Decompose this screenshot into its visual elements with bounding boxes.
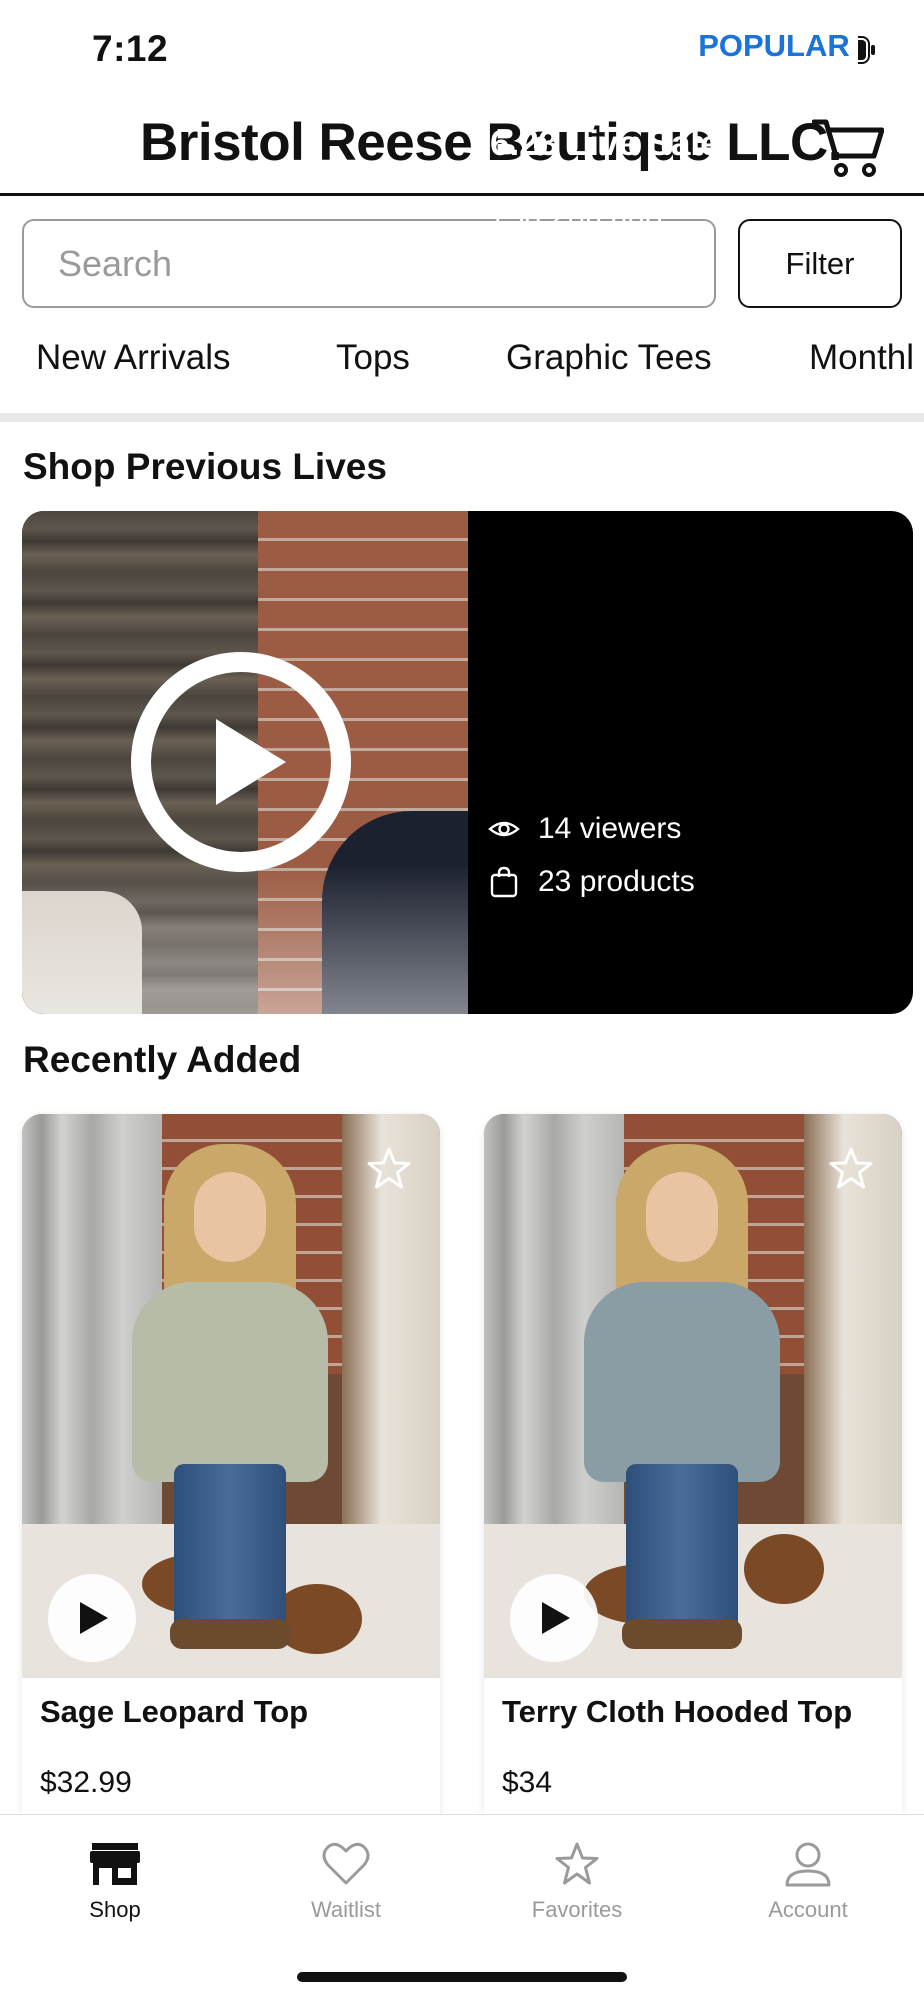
product-photo[interactable]	[22, 1114, 440, 1678]
eye-icon	[488, 821, 520, 837]
product-card[interactable]: Sage Leopard Top $32.99	[22, 1114, 440, 1814]
product-card[interactable]: Terry Cloth Hooded Top $34	[484, 1114, 902, 1814]
model-face	[194, 1172, 266, 1262]
cart-icon[interactable]	[812, 116, 884, 180]
tab-favorites-label: Favorites	[531, 1897, 623, 1922]
tab-favorites[interactable]: Favorites	[497, 1841, 657, 1941]
product-name: Terry Cloth Hooded Top	[502, 1694, 853, 1729]
store-title: Bristol Reese Boutique LLC.	[139, 113, 843, 172]
model-top	[584, 1282, 780, 1482]
popular-badge: POPULAR	[690, 22, 858, 70]
category-new-arrivals[interactable]: New Arrivals	[36, 338, 230, 378]
play-icon	[80, 1602, 108, 1634]
tab-account[interactable]: Account	[728, 1841, 888, 1941]
account-icon	[785, 1842, 831, 1887]
shop-icon	[90, 1843, 140, 1885]
play-icon	[542, 1602, 570, 1634]
category-graphic-tees[interactable]: Graphic Tees	[506, 338, 712, 378]
previous-live-card[interactable]	[22, 511, 913, 1014]
category-tops[interactable]: Tops	[336, 338, 410, 378]
model-face	[646, 1172, 718, 1262]
model-jeans	[626, 1464, 738, 1634]
model-sandals	[622, 1619, 742, 1649]
home-indicator	[297, 1972, 627, 1982]
product-photo[interactable]	[484, 1114, 902, 1678]
product-price: $32.99	[40, 1766, 132, 1799]
product-name: Sage Leopard Top	[40, 1694, 309, 1729]
live-title: 6.23 Live Sale	[490, 124, 720, 163]
tab-shop[interactable]: Shop	[35, 1841, 195, 1941]
tab-waitlist-label: Waitlist	[310, 1897, 382, 1922]
previous-lives-title: Shop Previous Lives	[23, 446, 387, 487]
live-time-ago: 75d 20h ago	[490, 198, 663, 233]
section-divider	[0, 413, 924, 422]
bag-icon	[490, 866, 518, 898]
heart-icon	[322, 1842, 370, 1885]
live-products: 23 products	[538, 865, 695, 898]
live-viewers: 14 viewers	[538, 812, 682, 845]
filter-button[interactable]: Filter	[738, 219, 902, 308]
category-monthly[interactable]: Monthl	[809, 338, 914, 378]
play-video-button[interactable]	[510, 1574, 598, 1662]
live-thumbnail[interactable]	[22, 511, 468, 1014]
model-jeans	[174, 1464, 286, 1634]
product-price: $34	[502, 1766, 553, 1799]
tab-waitlist[interactable]: Waitlist	[266, 1841, 426, 1941]
tab-account-label: Account	[768, 1897, 848, 1922]
star-icon	[555, 1842, 599, 1885]
recently-added-title: Recently Added	[23, 1039, 302, 1080]
play-video-button[interactable]	[48, 1574, 136, 1662]
category-tabs: New Arrivals Tops Graphic Tees Monthl	[0, 328, 924, 410]
favorite-star-icon[interactable]	[366, 1146, 412, 1192]
play-icon[interactable]	[130, 651, 352, 873]
favorite-star-icon[interactable]	[828, 1146, 874, 1192]
thumbnail-fade	[22, 864, 468, 1014]
model-top	[132, 1282, 328, 1482]
status-time: 7:12	[92, 28, 169, 69]
app-header: Bristol Reese Boutique LLC.	[0, 100, 924, 196]
model-sandals	[170, 1619, 290, 1649]
rug-spot	[744, 1534, 824, 1604]
tab-shop-label: Shop	[89, 1897, 141, 1922]
